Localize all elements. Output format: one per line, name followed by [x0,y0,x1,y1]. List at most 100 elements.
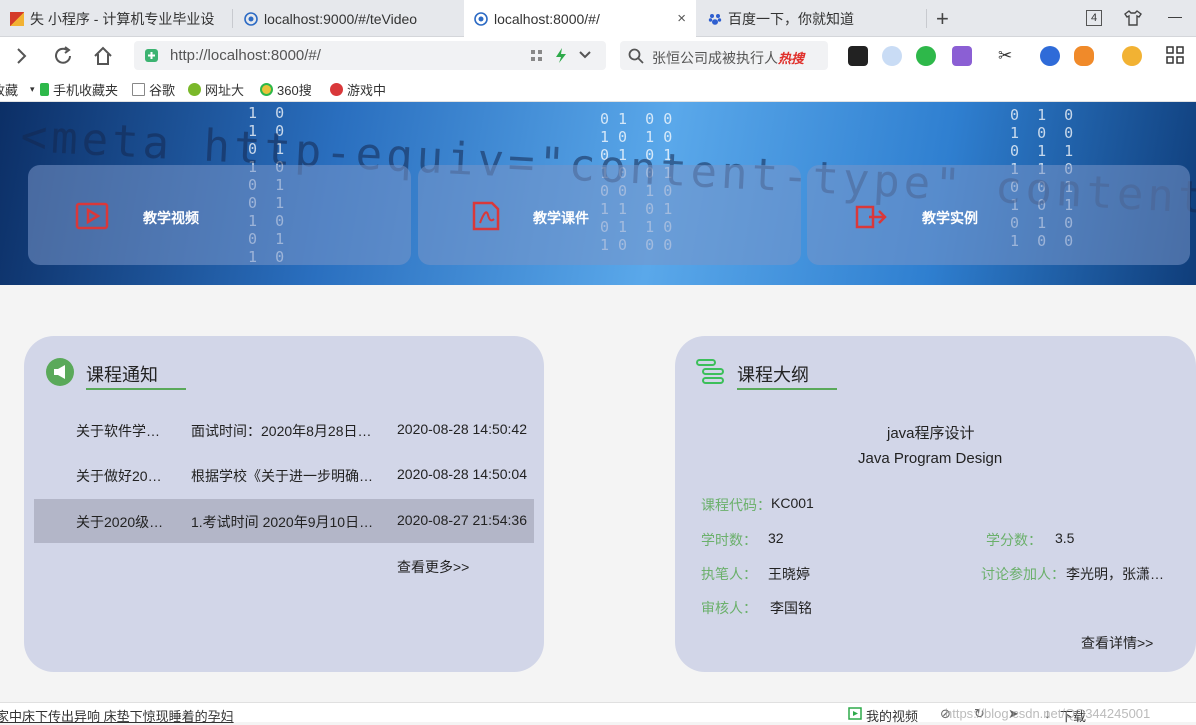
forward-icon[interactable] [8,43,34,69]
bookmark-hao[interactable]: 网址大 [188,80,244,99]
game-icon [330,83,343,96]
play-video-icon [848,707,862,720]
tab-title: localhost:8000/#/ [494,10,600,27]
status-bar: 家中床下传出异响 床垫下惊现睡着的孕妇 我的视频 ⊘ ↻ ➤ ↓ 下载 http… [0,702,1196,725]
globe-icon [474,11,488,26]
hot-search-badge[interactable]: 热搜 [778,48,804,67]
view-details-link[interactable]: 查看详情>> [1081,633,1153,653]
notice-name: 关于做好20… [76,468,162,484]
panel-title: 课程通知 [86,365,158,385]
watermark-text: https://blog.csdn.net/QQ344245001 [945,706,1151,721]
notice-time: 2020-08-27 21:54:36 [397,512,527,528]
tab-title: 失 小程序 - 计算机专业毕业设 [30,10,215,27]
app-favicon-icon [10,11,24,26]
notice-name: 关于软件学… [76,423,160,439]
shield-badge-icon[interactable] [1122,46,1142,66]
search-icon [628,48,644,64]
pdf-icon [472,201,500,231]
bookmark-360[interactable]: 360搜 [260,80,312,99]
discussants-label: 讨论参加人： [981,566,1065,582]
tab-divider [926,9,927,28]
lightning-icon[interactable] [554,47,568,64]
reviewer-label: 审核人： [701,600,757,616]
reviewer-value: 李国铭 [770,600,812,616]
baidu-paw-icon [708,13,722,25]
discussants-value: 李光明，张潇… [1066,566,1164,582]
notice-row[interactable]: 关于做好20… 根据学校《关于进一步明确… 2020-08-28 14:50:0… [34,453,534,497]
gamepad-icon[interactable] [1074,46,1094,66]
teaching-example-card[interactable]: 教学实例 [807,165,1190,265]
qrcode-icon[interactable] [530,49,543,62]
card-label: 教学实例 [922,210,978,226]
translate-icon[interactable] [952,46,972,66]
example-icon [855,205,887,229]
bookmark-games[interactable]: 游戏中 [330,80,386,99]
my-video-button[interactable]: 我的视频 [866,706,918,725]
phone-icon [40,83,49,96]
360-icon [260,83,273,96]
chevron-down-icon[interactable] [578,50,592,60]
hao-icon [188,83,201,96]
home-icon[interactable] [90,43,116,69]
card-label: 教学课件 [533,210,589,226]
minimize-button[interactable]: — [1168,8,1182,24]
bookmarks-bar: 收藏▾ 手机收藏夹 谷歌 网址大 360搜 游戏中 [0,75,1196,102]
scissors-icon[interactable]: ✂ [998,46,1018,66]
tab-baidu[interactable]: 百度一下，你就知道 [698,0,924,37]
tab-teVideo[interactable]: localhost:9000/#/teVideo [234,0,462,37]
course-code-value: KC001 [771,495,814,511]
outline-list-icon [696,359,724,384]
course-notice-panel: 课程通知 关于软件学… 面试时间：2020年8月28日… 2020-08-28 … [24,336,544,672]
close-icon[interactable]: × [677,10,686,27]
notice-desc: 根据学校《关于进一步明确… [191,468,373,484]
author-label: 执笔人： [701,566,757,582]
title-underline [737,388,837,390]
teaching-video-card[interactable]: 教学视频 [28,165,411,265]
course-name-en: Java Program Design [858,450,1003,467]
search-input[interactable]: 张恒公司成被执行人 热搜 [620,41,828,70]
notice-desc: 面试时间：2020年8月28日… [191,423,372,439]
course-outline-panel: 课程大纲 java程序设计 Java Program Design 课程代码： … [675,336,1196,672]
notice-row[interactable]: 关于软件学… 面试时间：2020年8月28日… 2020-08-28 14:50… [34,408,534,452]
tab-bar: 失 小程序 - 计算机专业毕业设 localhost:9000/#/teVide… [0,0,1196,37]
notice-name: 关于2020级… [76,514,164,530]
new-tab-button[interactable]: + [936,6,949,32]
megaphone-icon [46,358,74,386]
reload-icon[interactable] [50,43,76,69]
tab-title: localhost:9000/#/teVideo [264,10,418,27]
url-text: http://localhost:8000/#/ [170,47,321,64]
title-underline [86,388,186,390]
news-ticker-link[interactable]: 家中床下传出异响 床垫下惊现睡着的孕妇 [0,706,234,725]
extension-chat-icon[interactable] [916,46,936,66]
globe-icon [244,11,258,26]
tab-count-badge[interactable]: 4 [1086,10,1102,26]
course-code-label: 课程代码： [701,497,771,513]
grid-menu-icon[interactable] [1166,46,1184,64]
tab-divider [232,9,233,28]
page-icon [132,83,145,96]
bookmark-mobile[interactable]: 手机收藏夹 [40,80,118,99]
tab-localhost-8000[interactable]: localhost:8000/#/ × [464,0,696,37]
hero-banner: 1 0 1 0 0 1 1 0 0 1 0 1 1 0 0 1 1 0 0 1 … [0,102,1196,285]
video-icon [75,202,109,230]
extension-minus-icon[interactable] [882,46,902,66]
hours-label: 学时数： [701,532,757,548]
search-suggestion: 张恒公司成被执行人 [652,50,778,66]
view-more-link[interactable]: 查看更多>> [397,557,469,577]
notice-row[interactable]: 关于2020级… 1.考试时间 2020年9月10日… 2020-08-27 2… [34,499,534,543]
bookmark-google[interactable]: 谷歌 [132,80,175,99]
panel-title: 课程大纲 [737,365,809,385]
address-toolbar: http://localhost:8000/#/ 张恒公司成被执行人 热搜 ✂ [0,37,1196,75]
bookmark-favorites[interactable]: 收藏▾ [0,80,35,99]
tab-title: 百度一下，你就知道 [728,10,854,27]
teaching-courseware-card[interactable]: 教学课件 [418,165,801,265]
hours-value: 32 [768,530,784,546]
author-value: 王晓婷 [768,566,810,582]
extension-games-icon[interactable] [848,46,868,66]
address-bar[interactable]: http://localhost:8000/#/ [134,41,606,70]
magnifier-icon[interactable] [1040,46,1060,66]
course-name-cn: java程序设计 [887,425,975,442]
tab-miniprogram[interactable]: 失 小程序 - 计算机专业毕业设 [0,0,230,37]
credit-value: 3.5 [1055,530,1075,546]
shirt-skin-icon[interactable] [1124,9,1142,27]
